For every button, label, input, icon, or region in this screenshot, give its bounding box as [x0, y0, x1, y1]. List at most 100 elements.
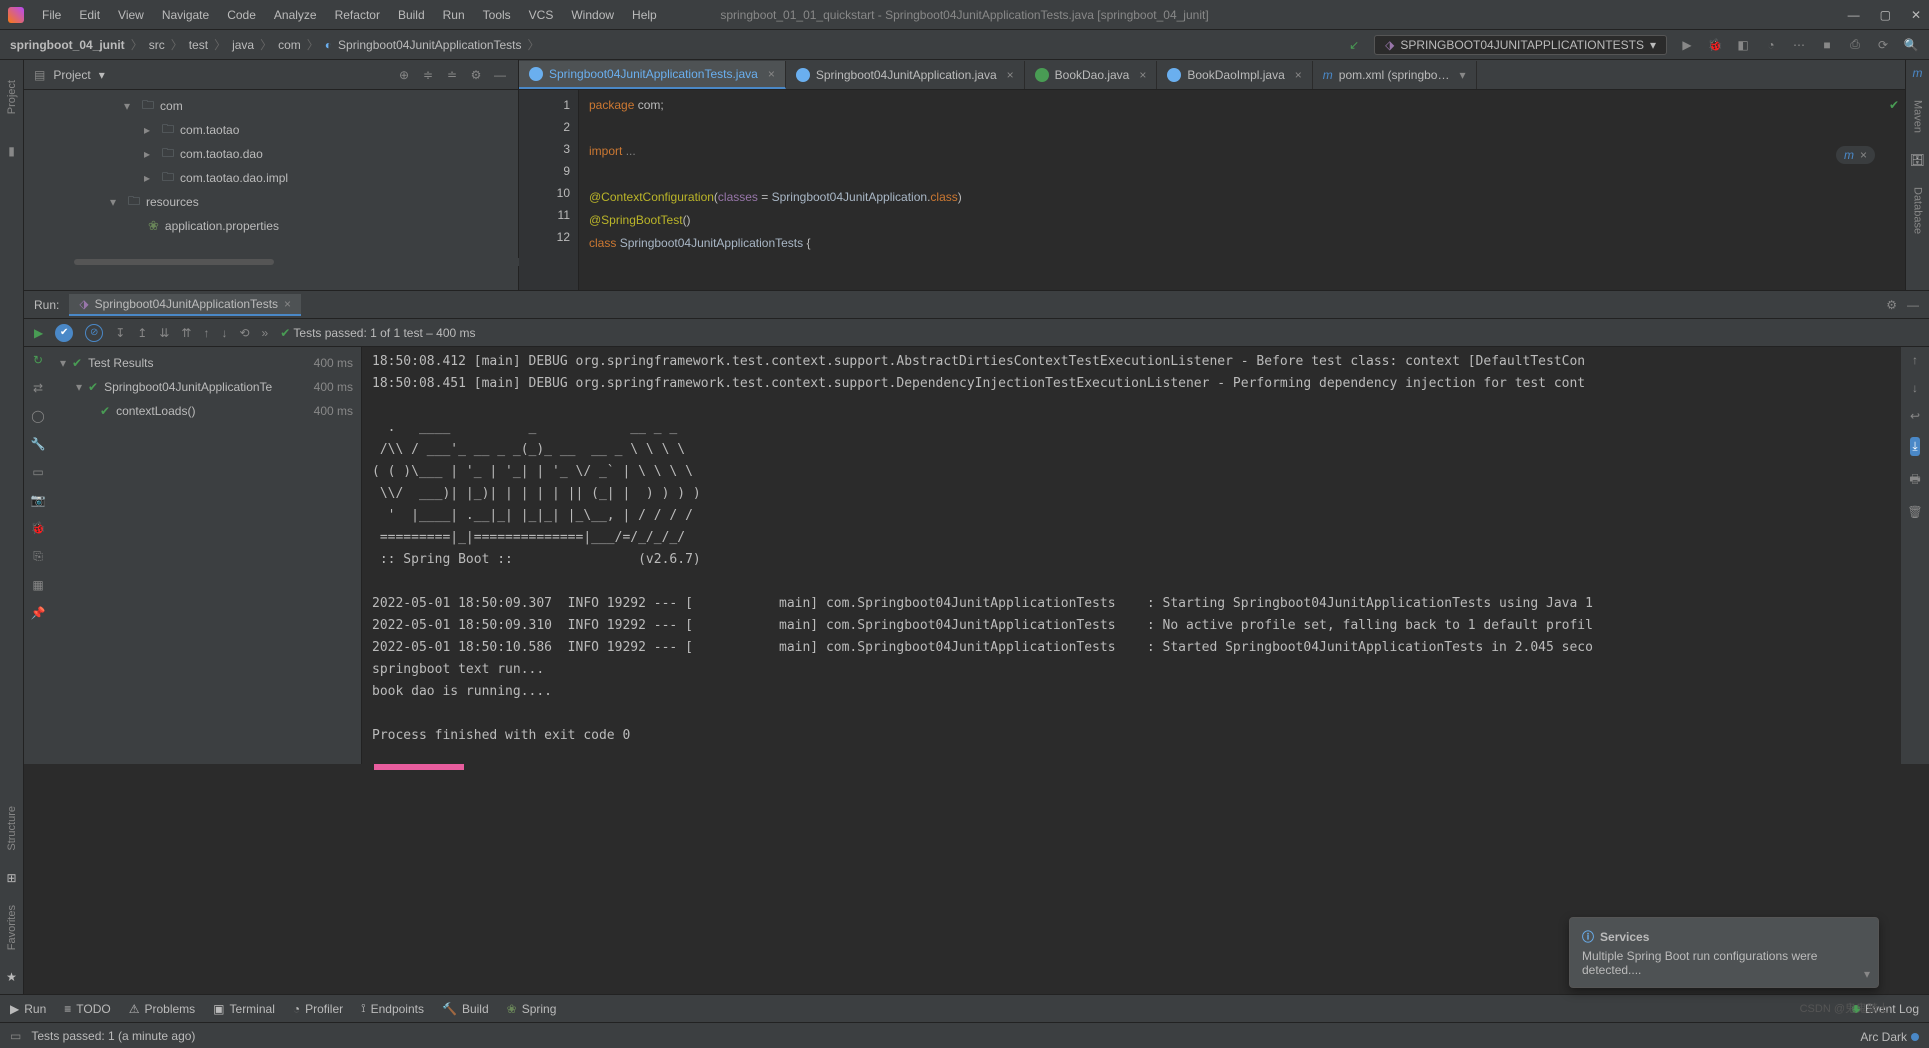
scrollbar-thumb[interactable]	[374, 764, 464, 770]
tab-structure[interactable]: Structure	[6, 806, 18, 851]
down-icon[interactable]: ↓	[1912, 381, 1918, 395]
search-icon[interactable]: 🔍	[1903, 37, 1919, 53]
project-header-label[interactable]: Project	[53, 68, 90, 82]
status-icon[interactable]: ▭	[10, 1029, 21, 1043]
menu-edit[interactable]: Edit	[71, 4, 108, 26]
crumb-src[interactable]: src	[149, 38, 165, 52]
tab-project[interactable]: Project	[6, 80, 18, 114]
run-button[interactable]: ▶	[1679, 37, 1695, 53]
menu-navigate[interactable]: Navigate	[154, 4, 217, 26]
tab-tests[interactable]: Springboot04JunitApplicationTests.java×	[519, 61, 786, 89]
collapse-icon[interactable]: ⇈	[181, 326, 191, 340]
run-tab[interactable]: ⬗ Springboot04JunitApplicationTests ×	[69, 294, 301, 316]
menu-file[interactable]: File	[34, 4, 69, 26]
print-icon[interactable]: 🖶	[1909, 470, 1920, 491]
layout-icon[interactable]: ▭	[32, 465, 43, 479]
expand-icon[interactable]: ≑	[420, 68, 436, 82]
attach-button[interactable]: ⋯	[1791, 37, 1807, 53]
run-config-selector[interactable]: ⬗ SPRINGBOOT04JUNITAPPLICATIONTESTS ▾	[1374, 35, 1667, 55]
tree-node-impl[interactable]: ▸🗀com.taotao.dao.impl	[24, 166, 518, 190]
tests-ok-toggle[interactable]: ✔	[55, 324, 73, 342]
tab-maven[interactable]: Maven	[1912, 100, 1924, 133]
crumb-com[interactable]: com	[278, 38, 301, 52]
expand-icon[interactable]: ⇊	[159, 326, 169, 340]
close-icon[interactable]: ✕	[1911, 8, 1921, 22]
btab-todo[interactable]: ≡TODO	[64, 1002, 110, 1016]
close-icon[interactable]: ×	[768, 67, 775, 81]
tree-node-dao[interactable]: ▸🗀com.taotao.dao	[24, 142, 518, 166]
tree-node-com[interactable]: ▾🗀com	[24, 94, 518, 118]
maximize-icon[interactable]: ▢	[1880, 8, 1891, 22]
menu-refactor[interactable]: Refactor	[327, 4, 388, 26]
bookmark-icon[interactable]: ▮	[8, 144, 15, 158]
close-icon[interactable]: ×	[284, 297, 291, 311]
chevron-down-icon[interactable]: ▾	[1864, 967, 1870, 981]
menu-tools[interactable]: Tools	[475, 4, 519, 26]
git-button[interactable]: ⎙	[1847, 37, 1863, 53]
locate-icon[interactable]: ⊕	[396, 68, 412, 82]
menu-code[interactable]: Code	[219, 4, 264, 26]
test-case[interactable]: ✔contextLoads()400 ms	[52, 399, 361, 423]
up-icon[interactable]: ↑	[203, 326, 209, 340]
horizontal-scrollbar[interactable]	[24, 258, 519, 266]
tab-pom[interactable]: mpom.xml (springbo…▾	[1313, 61, 1477, 89]
structure-icon[interactable]: ⊞	[6, 871, 16, 885]
down-icon[interactable]: ↓	[221, 326, 227, 340]
exit-icon[interactable]: ⎘	[33, 549, 43, 564]
gear-icon[interactable]: ⚙	[1886, 298, 1897, 312]
tab-bookdaoimpl[interactable]: BookDaoImpl.java×	[1157, 61, 1312, 89]
toggle-button[interactable]: ⇄	[33, 381, 43, 395]
database-icon[interactable]: 🗄	[1910, 153, 1925, 167]
project-view-icon[interactable]: ▤	[34, 68, 45, 82]
editor-body[interactable]: 1 2 3 9 10 11 12 package com; import ...…	[519, 90, 1905, 290]
btab-spring[interactable]: ❀Spring	[507, 1002, 557, 1016]
crumb-class[interactable]: Springboot04JunitApplicationTests	[338, 38, 521, 52]
menu-run[interactable]: Run	[435, 4, 473, 26]
btab-profiler[interactable]: ◔Profiler	[293, 1002, 343, 1016]
menu-window[interactable]: Window	[563, 4, 622, 26]
crumb-test[interactable]: test	[189, 38, 208, 52]
grid-icon[interactable]: ▦	[32, 578, 43, 592]
inline-hint-badge[interactable]: m×	[1836, 146, 1875, 164]
test-results-root[interactable]: ▾✔Test Results400 ms	[52, 351, 361, 375]
tab-favorites[interactable]: Favorites	[6, 905, 18, 950]
wrench-icon[interactable]: 🔧	[31, 437, 46, 451]
star-icon[interactable]: ★	[6, 970, 17, 984]
camera-icon[interactable]: 📷	[31, 493, 46, 507]
maven-icon[interactable]: m	[1913, 66, 1923, 80]
tab-app[interactable]: Springboot04JunitApplication.java×	[786, 61, 1025, 89]
tab-database[interactable]: Database	[1912, 187, 1924, 234]
wrap-icon[interactable]: ↩	[1910, 409, 1920, 423]
btab-endpoints[interactable]: ⟟Endpoints	[361, 1001, 424, 1016]
menu-help[interactable]: Help	[624, 4, 665, 26]
menu-build[interactable]: Build	[390, 4, 433, 26]
hide-icon[interactable]: —	[492, 68, 508, 82]
tree-node-appprops[interactable]: ❀application.properties	[24, 214, 518, 238]
tests-ignored-toggle[interactable]: ⊘	[85, 324, 103, 342]
crumb-module[interactable]: springboot_04_junit	[10, 38, 125, 52]
code-area[interactable]: package com; import ... @ContextConfigur…	[579, 90, 1905, 290]
btab-build[interactable]: 🔨Build	[442, 1002, 489, 1016]
back-icon[interactable]: ↙	[1346, 37, 1362, 53]
stop-button[interactable]: ■	[1819, 37, 1835, 53]
collapse-icon[interactable]: ≐	[444, 68, 460, 82]
console-output[interactable]: 18:50:08.412 [main] DEBUG org.springfram…	[362, 347, 1901, 764]
menu-vcs[interactable]: VCS	[521, 4, 562, 26]
history-icon[interactable]: ⟲	[239, 326, 249, 340]
close-icon[interactable]: ×	[1007, 68, 1014, 82]
btab-problems[interactable]: ⚠Problems	[129, 1002, 195, 1016]
tree-node-resources[interactable]: ▾🗀resources	[24, 190, 518, 214]
menu-analyze[interactable]: Analyze	[266, 4, 325, 26]
sort-reverse-icon[interactable]: ↥	[137, 326, 147, 340]
bug-icon[interactable]: 🐞	[31, 521, 46, 535]
tree-node-taotao[interactable]: ▸🗀com.taotao	[24, 118, 518, 142]
inspection-ok-icon[interactable]: ✔	[1889, 98, 1899, 112]
close-icon[interactable]: ×	[1860, 148, 1867, 162]
sort-icon[interactable]: ↧	[115, 326, 125, 340]
minimize-icon[interactable]: —	[1848, 8, 1860, 22]
crumb-java[interactable]: java	[232, 38, 254, 52]
scroll-end-icon[interactable]: ⤓	[1910, 437, 1919, 456]
coverage-button[interactable]: ◧	[1735, 37, 1751, 53]
profile-button[interactable]: ◔	[1763, 37, 1779, 53]
chevron-down-icon[interactable]: ▾	[1459, 68, 1465, 82]
